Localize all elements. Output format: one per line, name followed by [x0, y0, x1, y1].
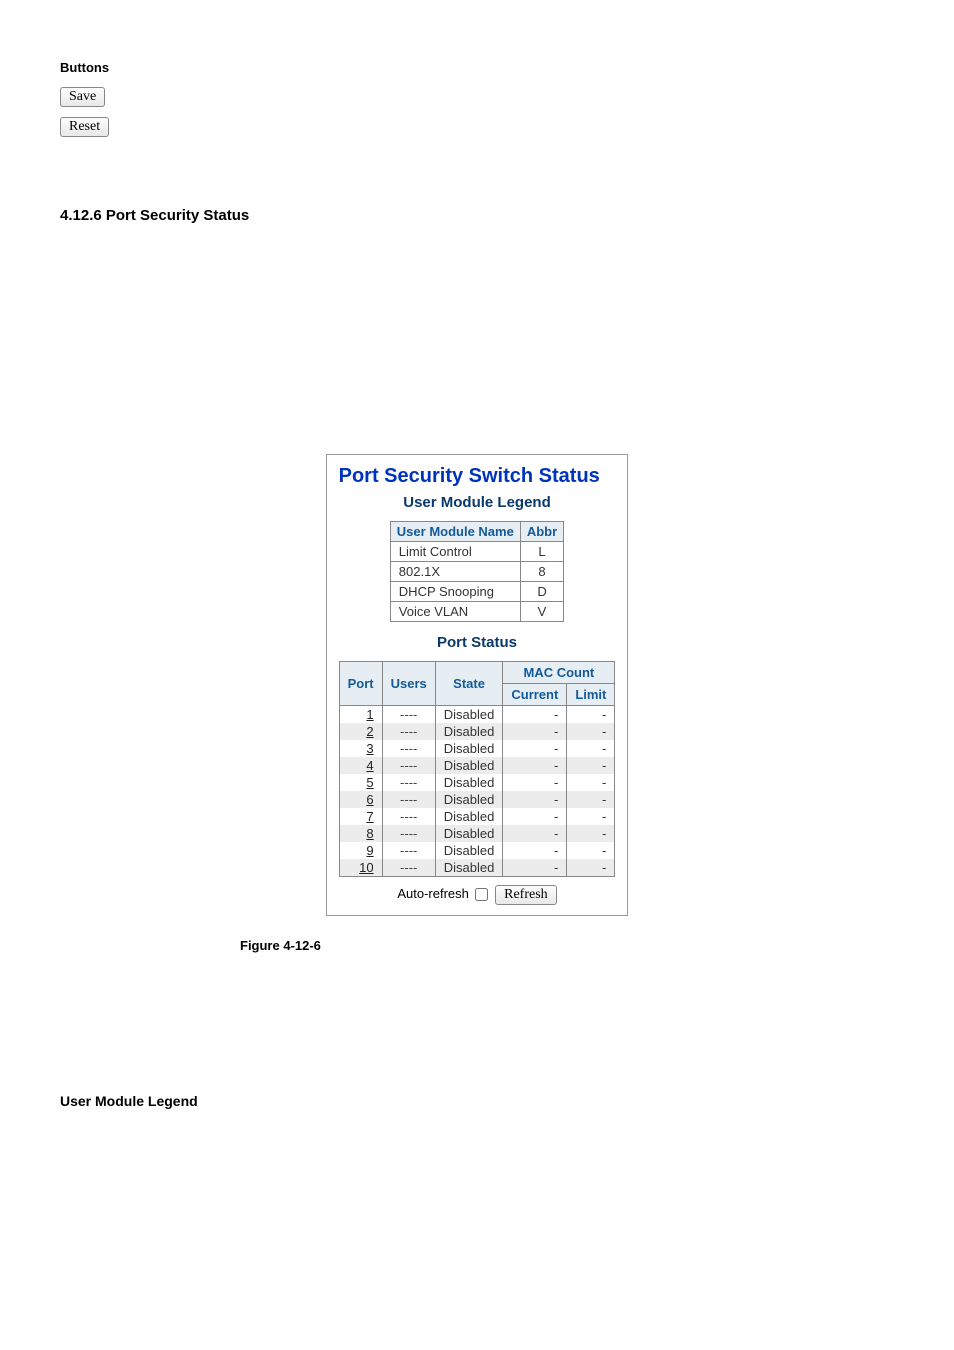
port-state: Disabled — [435, 774, 503, 791]
port-users: ---- — [382, 723, 435, 740]
table-row: 5----Disabled-- — [339, 774, 615, 791]
legend-abbr: D — [520, 582, 563, 602]
table-row: 3----Disabled-- — [339, 740, 615, 757]
port-current: - — [503, 791, 567, 808]
port-users: ---- — [382, 706, 435, 724]
port-state: Disabled — [435, 757, 503, 774]
port-link[interactable]: 8 — [339, 825, 382, 842]
table-row: 9----Disabled-- — [339, 842, 615, 859]
port-current: - — [503, 740, 567, 757]
port-current: - — [503, 723, 567, 740]
section-heading: 4.12.6 Port Security Status — [60, 207, 894, 224]
auto-refresh-checkbox[interactable] — [475, 888, 488, 901]
port-users: ---- — [382, 859, 435, 877]
port-link[interactable]: 7 — [339, 808, 382, 825]
port-state: Disabled — [435, 740, 503, 757]
port-limit: - — [567, 859, 615, 877]
ports-header-state: State — [435, 662, 503, 706]
port-current: - — [503, 859, 567, 877]
port-link[interactable]: 1 — [339, 706, 382, 724]
port-link[interactable]: 10 — [339, 859, 382, 877]
legend-abbr: 8 — [520, 562, 563, 582]
table-row: DHCP SnoopingD — [390, 582, 563, 602]
port-state: Disabled — [435, 791, 503, 808]
port-users: ---- — [382, 842, 435, 859]
port-current: - — [503, 842, 567, 859]
table-row: 10----Disabled-- — [339, 859, 615, 877]
port-link[interactable]: 5 — [339, 774, 382, 791]
port-users: ---- — [382, 808, 435, 825]
port-users: ---- — [382, 791, 435, 808]
port-limit: - — [567, 825, 615, 842]
table-row: 7----Disabled-- — [339, 808, 615, 825]
legend-header-name: User Module Name — [390, 522, 520, 542]
legend-heading: User Module Legend — [339, 494, 616, 511]
port-current: - — [503, 808, 567, 825]
buttons-label: Buttons — [60, 60, 894, 75]
table-row: Limit ControlL — [390, 542, 563, 562]
port-status-table: Port Users State MAC Count Current Limit… — [339, 661, 616, 877]
legend-table: User Module Name Abbr Limit ControlL802.… — [390, 521, 564, 622]
port-state: Disabled — [435, 723, 503, 740]
port-limit: - — [567, 706, 615, 724]
port-users: ---- — [382, 774, 435, 791]
port-limit: - — [567, 757, 615, 774]
port-link[interactable]: 9 — [339, 842, 382, 859]
port-limit: - — [567, 740, 615, 757]
port-link[interactable]: 6 — [339, 791, 382, 808]
reset-button[interactable]: Reset — [60, 117, 109, 137]
port-state: Disabled — [435, 842, 503, 859]
table-row: 4----Disabled-- — [339, 757, 615, 774]
port-status-heading: Port Status — [339, 634, 616, 651]
ports-header-users: Users — [382, 662, 435, 706]
port-users: ---- — [382, 757, 435, 774]
port-current: - — [503, 774, 567, 791]
table-row: 8----Disabled-- — [339, 825, 615, 842]
table-row: 6----Disabled-- — [339, 791, 615, 808]
panel-title: Port Security Switch Status — [339, 465, 616, 488]
legend-name: 802.1X — [390, 562, 520, 582]
port-state: Disabled — [435, 859, 503, 877]
ports-header-mac-count: MAC Count — [503, 662, 615, 684]
port-users: ---- — [382, 740, 435, 757]
port-limit: - — [567, 774, 615, 791]
port-state: Disabled — [435, 808, 503, 825]
port-limit: - — [567, 791, 615, 808]
port-state: Disabled — [435, 825, 503, 842]
port-limit: - — [567, 723, 615, 740]
save-button[interactable]: Save — [60, 87, 105, 107]
ports-header-port: Port — [339, 662, 382, 706]
footer-controls: Auto-refresh Refresh — [339, 885, 616, 905]
legend-name: DHCP Snooping — [390, 582, 520, 602]
bottom-heading: User Module Legend — [60, 1093, 894, 1109]
table-row: 1----Disabled-- — [339, 706, 615, 724]
port-current: - — [503, 706, 567, 724]
legend-name: Voice VLAN — [390, 602, 520, 622]
port-state: Disabled — [435, 706, 503, 724]
port-link[interactable]: 4 — [339, 757, 382, 774]
auto-refresh-label: Auto-refresh — [397, 886, 469, 901]
status-panel: Port Security Switch Status User Module … — [326, 454, 629, 916]
port-link[interactable]: 2 — [339, 723, 382, 740]
ports-header-limit: Limit — [567, 684, 615, 706]
legend-abbr: V — [520, 602, 563, 622]
legend-header-abbr: Abbr — [520, 522, 563, 542]
port-users: ---- — [382, 825, 435, 842]
legend-abbr: L — [520, 542, 563, 562]
legend-name: Limit Control — [390, 542, 520, 562]
refresh-button[interactable]: Refresh — [495, 885, 557, 905]
port-limit: - — [567, 842, 615, 859]
port-current: - — [503, 757, 567, 774]
table-row: 802.1X8 — [390, 562, 563, 582]
port-link[interactable]: 3 — [339, 740, 382, 757]
table-row: Voice VLANV — [390, 602, 563, 622]
ports-header-current: Current — [503, 684, 567, 706]
table-row: 2----Disabled-- — [339, 723, 615, 740]
port-limit: - — [567, 808, 615, 825]
port-current: - — [503, 825, 567, 842]
figure-caption: Figure 4-12-6 — [240, 938, 894, 953]
